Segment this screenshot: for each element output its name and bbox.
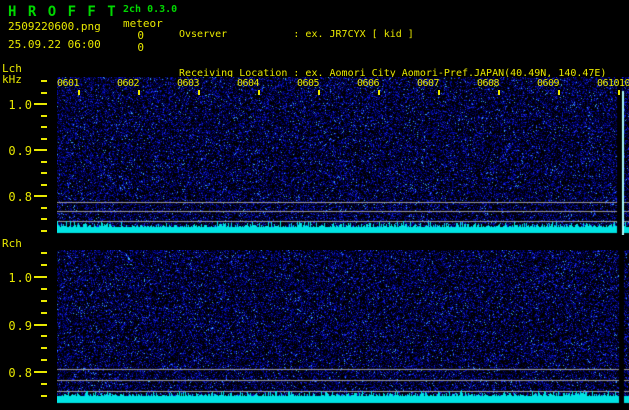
freq-minor-tick [41, 80, 47, 82]
freq-major-tick [34, 371, 47, 373]
output-filename: 2509220600.png [8, 20, 101, 33]
time-tick-label: 0606 [357, 78, 380, 89]
hrofft-window: H R O F F T 2ch 0.3.0 2509220600.png met… [0, 0, 629, 410]
freq-tick-label: 0.9 [8, 319, 33, 333]
freq-minor-tick [41, 395, 47, 397]
freq-minor-tick [41, 264, 47, 266]
date-time: 25.09.22 06:00 [8, 38, 101, 51]
time-tick-mark [258, 90, 260, 95]
freq-minor-tick [41, 347, 47, 349]
freq-minor-tick [41, 115, 47, 117]
time-tick-label: 0610 [597, 78, 620, 89]
freq-minor-tick [41, 138, 47, 140]
time-tick-label: 0605 [297, 78, 320, 89]
time-tick-label: 0602 [117, 78, 140, 89]
meteor-count-rch: 0 [137, 41, 144, 54]
freq-minor-tick [41, 312, 47, 314]
freq-minor-tick [41, 161, 47, 163]
time-tick-mark [498, 90, 500, 95]
freq-minor-tick [41, 383, 47, 385]
time-tick-label: 0607 [417, 78, 440, 89]
time-tick-mark [618, 90, 620, 95]
freq-minor-tick [41, 207, 47, 209]
freq-major-tick [34, 324, 47, 326]
time-tick-label-overflow: 10 [619, 78, 629, 89]
freq-minor-tick [41, 252, 47, 254]
time-tick-label: 0604 [237, 78, 260, 89]
freq-unit-label: kHz [2, 73, 22, 86]
time-tick-label: 0603 [177, 78, 200, 89]
freq-tick-label: 0.8 [8, 190, 33, 204]
freq-minor-tick [41, 92, 47, 94]
freq-minor-tick [41, 218, 47, 220]
time-tick-mark [138, 90, 140, 95]
freq-tick-label: 0.9 [8, 144, 33, 158]
freq-minor-tick [41, 288, 47, 290]
time-tick-label: 0608 [477, 78, 500, 89]
freq-tick-label: 0.8 [8, 366, 33, 380]
freq-minor-tick [41, 359, 47, 361]
freq-minor-tick [41, 300, 47, 302]
time-tick-label: 0609 [537, 78, 560, 89]
time-tick-mark [438, 90, 440, 95]
time-tick-mark [78, 90, 80, 95]
freq-major-tick [34, 103, 47, 105]
freq-minor-tick [41, 230, 47, 232]
lch-spectrogram [57, 77, 629, 235]
freq-minor-tick [41, 184, 47, 186]
time-tick-mark [318, 90, 320, 95]
time-tick-label: 0601 [57, 78, 80, 89]
rch-spectrogram [57, 250, 629, 405]
freq-tick-label: 1.0 [8, 98, 33, 112]
rch-channel-label: Rch [2, 237, 22, 250]
time-tick-mark [558, 90, 560, 95]
observer-line: Ovserver : ex. JR7CYX [ kid ] [179, 29, 414, 40]
freq-major-tick [34, 195, 47, 197]
freq-minor-tick [41, 172, 47, 174]
app-version: 2ch 0.3.0 [123, 4, 178, 15]
freq-tick-label: 1.0 [8, 271, 33, 285]
time-tick-mark [198, 90, 200, 95]
freq-minor-tick [41, 335, 47, 337]
time-tick-mark [378, 90, 380, 95]
app-title: H R O F F T [8, 4, 118, 20]
freq-major-tick [34, 276, 47, 278]
freq-major-tick [34, 149, 47, 151]
freq-minor-tick [41, 126, 47, 128]
